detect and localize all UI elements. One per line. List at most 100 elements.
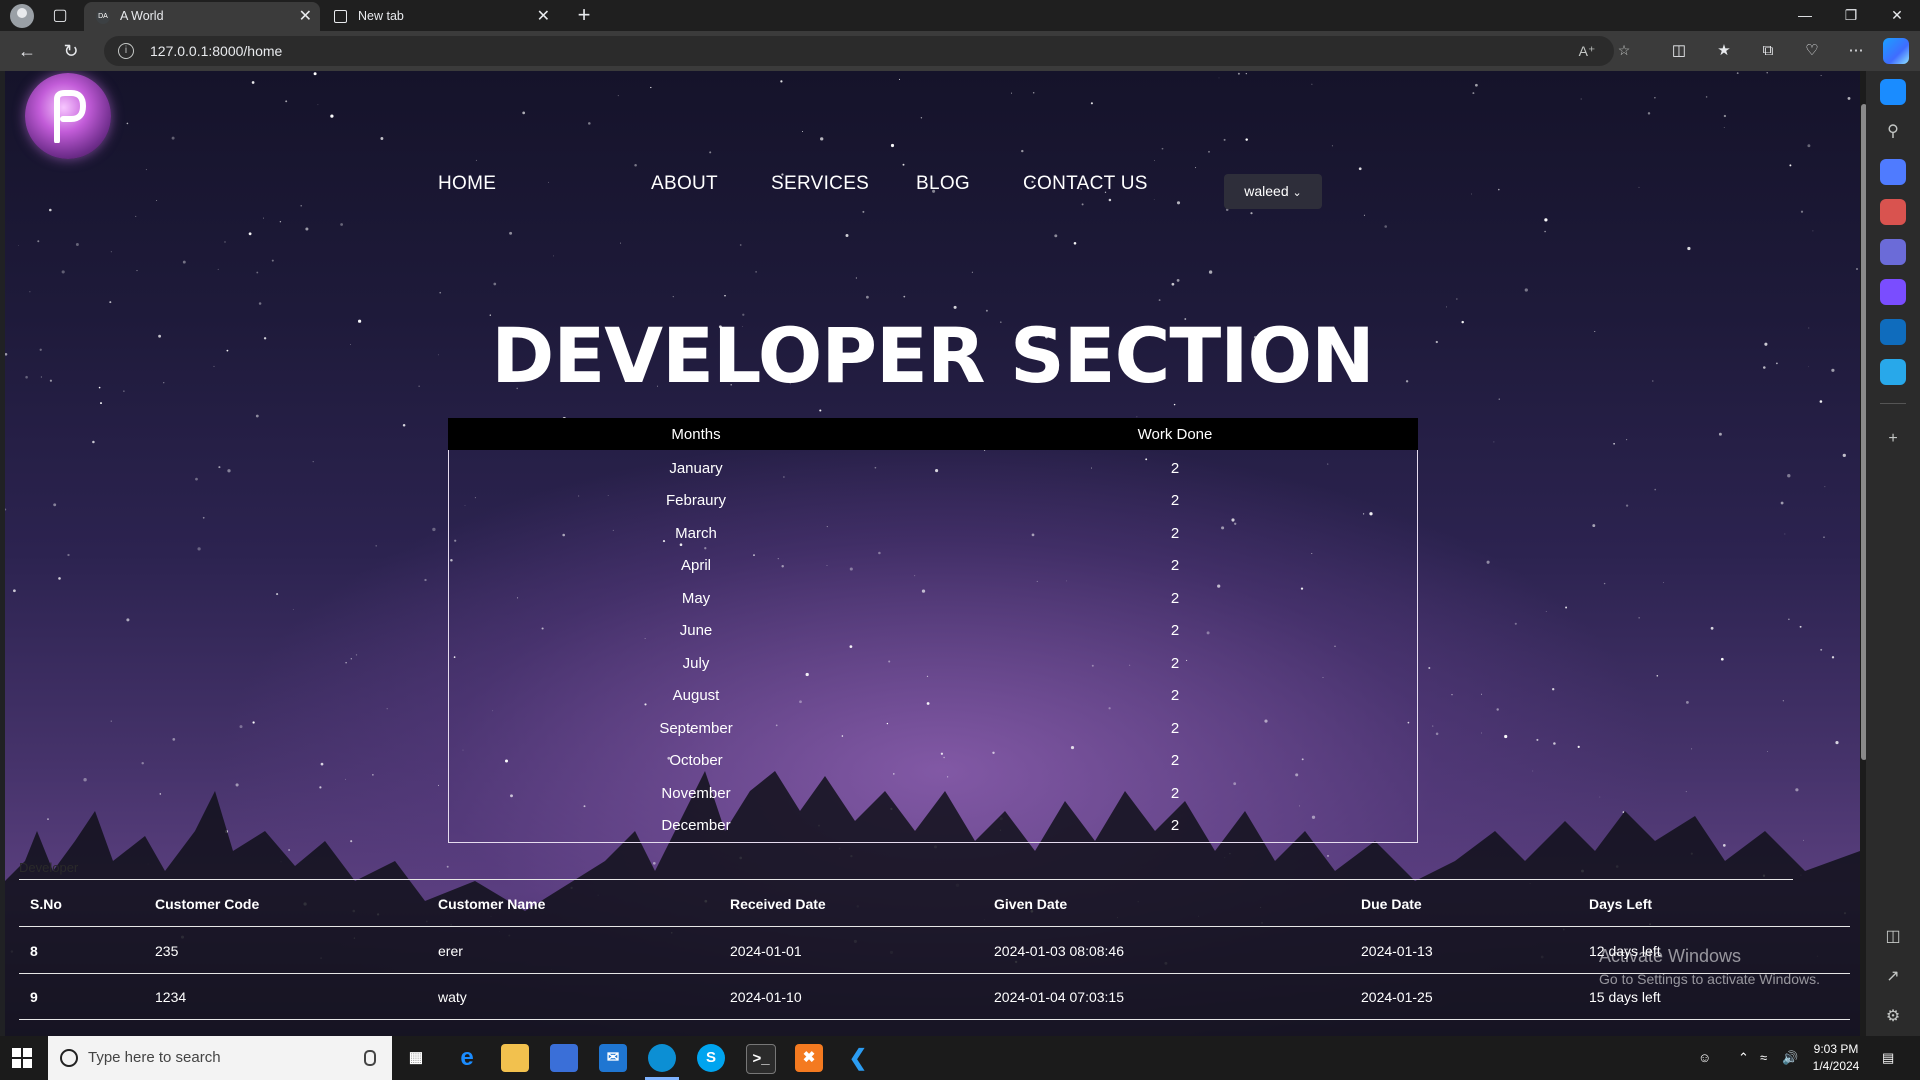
- nav-contact-us[interactable]: CONTACT US: [1023, 173, 1148, 195]
- read-aloud-icon[interactable]: A⁺: [1577, 41, 1597, 61]
- month-cell: Febraury: [665, 492, 727, 509]
- open-external-icon[interactable]: ↗: [1880, 964, 1906, 990]
- restore-icon[interactable]: ❐: [1828, 0, 1874, 31]
- collections-icon[interactable]: ⧉: [1756, 39, 1780, 63]
- cell-given-date: 2024-01-03 08:08:46: [994, 943, 1124, 959]
- edge-icon[interactable]: [648, 1044, 676, 1072]
- close-tab-icon[interactable]: ✕: [537, 2, 550, 31]
- clock-date: 1/4/2024: [1812, 1059, 1860, 1073]
- activate-windows-subtitle: Go to Settings to activate Windows.: [1599, 971, 1820, 987]
- col-header-customer-code: Customer Code: [155, 896, 260, 912]
- tab-favicon: DA: [96, 10, 110, 24]
- split-screen-icon[interactable]: ◫: [1667, 39, 1691, 63]
- profile-avatar-icon[interactable]: [10, 4, 34, 28]
- cell-received-date: 2024-01-01: [730, 943, 802, 959]
- col-header-received-date: Received Date: [730, 896, 826, 912]
- table-divider: [19, 973, 1850, 974]
- settings-gear-icon[interactable]: ⚙: [1880, 1004, 1906, 1030]
- nav-services[interactable]: SERVICES: [771, 173, 869, 195]
- col-header-given-date: Given Date: [994, 896, 1068, 912]
- bell-icon[interactable]: [1880, 79, 1906, 105]
- chevron-down-icon: ⌄: [1292, 187, 1302, 199]
- work-done-cell: 2: [1170, 525, 1180, 542]
- nav-blog[interactable]: BLOG: [916, 173, 970, 195]
- nav-about[interactable]: ABOUT: [651, 173, 718, 195]
- address-field[interactable]: i 127.0.0.1:8000/home A⁺ ☆: [104, 36, 1630, 66]
- tab-a-world[interactable]: DA A World ✕: [84, 2, 320, 31]
- add-sidebar-app-icon[interactable]: +: [1880, 426, 1906, 452]
- table-divider: [19, 879, 1793, 880]
- microsoft-store-icon[interactable]: [550, 1044, 578, 1072]
- nav-home[interactable]: HOME: [438, 173, 496, 195]
- taskbar-search-placeholder: Type here to search: [88, 1049, 221, 1066]
- close-tab-icon[interactable]: ✕: [299, 2, 312, 31]
- table-divider: [19, 926, 1850, 927]
- months-column-header: Months: [671, 426, 721, 443]
- back-arrow-icon[interactable]: ←: [15, 39, 39, 63]
- favorites-icon[interactable]: ★: [1712, 39, 1736, 63]
- month-cell: April: [680, 557, 711, 574]
- microphone-icon[interactable]: [364, 1050, 376, 1066]
- minimize-icon[interactable]: —: [1782, 0, 1828, 31]
- cell-due-date: 2024-01-25: [1361, 989, 1433, 1005]
- send-icon[interactable]: [1880, 359, 1906, 385]
- notifications-icon[interactable]: ▤: [1882, 1036, 1894, 1080]
- mail-icon[interactable]: ✉: [599, 1044, 627, 1072]
- sidebar-layout-icon[interactable]: ◫: [1880, 924, 1906, 950]
- xampp-icon[interactable]: ✖: [795, 1044, 823, 1072]
- work-done-cell: 2: [1170, 460, 1180, 477]
- browser-essentials-icon[interactable]: ♡: [1800, 39, 1824, 63]
- web-page: HOME ABOUT SERVICES BLOG CONTACT US wale…: [5, 71, 1860, 1036]
- skype-icon[interactable]: S: [697, 1044, 725, 1072]
- vscode-icon[interactable]: ❮: [844, 1044, 872, 1072]
- work-done-cell: 2: [1170, 492, 1180, 509]
- month-cell: January: [669, 460, 723, 477]
- new-tab-plus-icon[interactable]: +: [572, 3, 596, 27]
- task-view-icon[interactable]: ▦: [402, 1044, 430, 1072]
- activate-windows-title: Activate Windows: [1599, 946, 1742, 966]
- copilot-icon[interactable]: [1883, 38, 1909, 64]
- work-done-cell: 2: [1170, 687, 1180, 704]
- microsoft-365-icon[interactable]: [1880, 279, 1906, 305]
- refresh-icon[interactable]: ↻: [59, 39, 83, 63]
- month-cell: October: [669, 752, 723, 769]
- edge-legacy-icon[interactable]: e: [453, 1044, 481, 1072]
- tray-chevron-up-icon[interactable]: ⌃: [1738, 1036, 1749, 1080]
- cell-customer-code: 1234: [155, 989, 187, 1005]
- file-explorer-icon[interactable]: [501, 1044, 529, 1072]
- toolbox-icon[interactable]: [1880, 199, 1906, 225]
- games-icon[interactable]: [1880, 239, 1906, 265]
- more-menu-icon[interactable]: ⋯: [1844, 39, 1868, 63]
- favorite-star-icon[interactable]: ☆: [1614, 40, 1634, 60]
- taskbar-search-box[interactable]: Type here to search: [48, 1036, 392, 1080]
- sidebar-divider: [1880, 403, 1906, 404]
- shopping-tag-icon[interactable]: [1880, 159, 1906, 185]
- close-window-icon[interactable]: ✕: [1874, 0, 1920, 31]
- people-icon[interactable]: ☺: [1698, 1036, 1711, 1080]
- month-cell: March: [675, 525, 717, 542]
- work-done-cell: 2: [1170, 622, 1180, 639]
- col-header-days-left: Days Left: [1589, 896, 1653, 912]
- edge-sidebar: ⚲ + ◫ ↗ ⚙: [1866, 71, 1920, 1036]
- volume-icon[interactable]: 🔊: [1782, 1036, 1798, 1080]
- month-cell: May: [681, 590, 711, 607]
- tab-actions-icon[interactable]: ▢: [50, 6, 70, 26]
- col-header-due-date: Due Date: [1361, 896, 1422, 912]
- windows-taskbar: Type here to search ▦ e ✉ S >_ ✖ ❮ ☺ ⌃ ≈…: [0, 1036, 1920, 1080]
- outlook-icon[interactable]: [1880, 319, 1906, 345]
- terminal-icon[interactable]: >_: [746, 1044, 776, 1074]
- user-menu-button[interactable]: waleed ⌄: [1224, 174, 1322, 209]
- site-info-icon[interactable]: i: [118, 43, 134, 59]
- search-icon[interactable]: ⚲: [1880, 119, 1906, 145]
- windows-start-icon[interactable]: [12, 1048, 32, 1068]
- work-done-column-header: Work Done: [1137, 426, 1213, 443]
- site-logo[interactable]: [25, 73, 111, 159]
- month-cell: June: [679, 622, 713, 639]
- work-done-cell: 2: [1170, 817, 1180, 834]
- network-icon[interactable]: ≈: [1760, 1036, 1767, 1080]
- cell-customer-code: 235: [155, 943, 179, 959]
- tab-bar: ▢ DA A World ✕ New tab ✕ + — ❐ ✕: [0, 0, 1920, 31]
- cell-sno: 8: [30, 943, 38, 959]
- system-clock[interactable]: 9:03 PM 1/4/2024: [1810, 1041, 1862, 1075]
- tab-new-tab[interactable]: New tab ✕: [322, 2, 558, 31]
